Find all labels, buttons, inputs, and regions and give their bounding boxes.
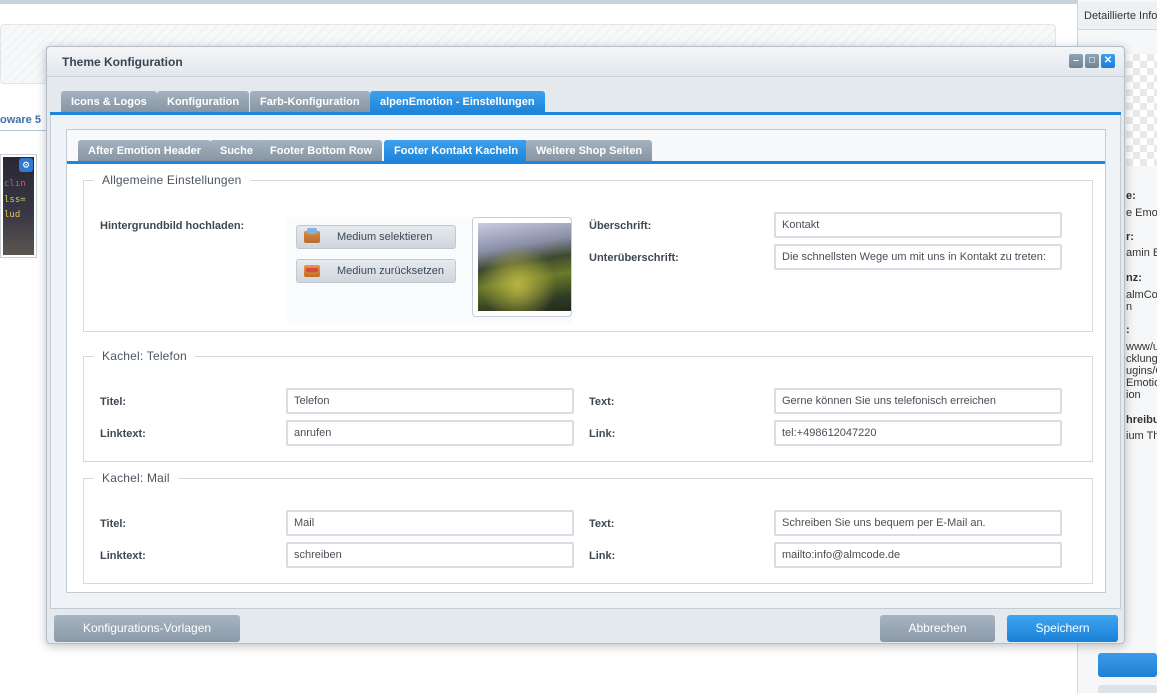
cancel-button[interactable]: Abbrechen	[880, 615, 995, 642]
detail-fragment: e Emoti	[1126, 207, 1157, 219]
form-content: Allgemeine Einstellungen Hintergrundbild…	[67, 164, 1105, 592]
save-button[interactable]: Speichern	[1007, 615, 1118, 642]
phone-link-input[interactable]: tel:+498612047220	[774, 420, 1062, 446]
phone-title-input[interactable]: Telefon	[286, 388, 574, 414]
mail-linktext-input[interactable]: schreiben	[286, 542, 574, 568]
window-header[interactable]: Theme Konfiguration – □ ✕	[47, 47, 1124, 77]
mail-text-label: Text:	[589, 518, 615, 530]
phone-title-label: Titel:	[100, 396, 127, 408]
detail-fragment: r:	[1126, 231, 1134, 243]
background-divider	[0, 130, 46, 131]
detail-fragment: Emotio	[1126, 377, 1157, 389]
subheading-label: Unterüberschrift:	[589, 252, 679, 264]
window-controls: – □ ✕	[1069, 54, 1115, 68]
phone-text-label: Text:	[589, 396, 615, 408]
select-media-button[interactable]: Medium selektieren	[296, 225, 456, 249]
app-top-bar	[0, 0, 1077, 4]
phone-linktext-input[interactable]: anrufen	[286, 420, 574, 446]
detail-info-title: Detaillierte Info	[1078, 2, 1157, 30]
media-selector: Medium selektieren Medium zurücksetzen	[287, 217, 572, 325]
close-icon[interactable]: ✕	[1101, 54, 1115, 68]
select-media-label: Medium selektieren	[337, 231, 433, 243]
window-title: Theme Konfiguration	[62, 55, 183, 69]
reset-media-button[interactable]: Medium zurücksetzen	[296, 259, 456, 283]
preview-placeholder	[1126, 54, 1157, 166]
mail-title-label: Titel:	[100, 518, 127, 530]
inner-tab-panel: After Emotion Header Suche Footer Bottom…	[66, 129, 1106, 593]
tab-footer-bottom-row[interactable]: Footer Bottom Row	[260, 140, 383, 162]
phone-linktext-label: Linktext:	[100, 428, 146, 440]
media-preview[interactable]	[472, 217, 572, 317]
detail-fragment: nz:	[1126, 272, 1142, 284]
subheading-input[interactable]: Die schnellsten Wege um mit uns in Konta…	[774, 244, 1062, 270]
code-line: clın	[4, 179, 26, 189]
tab-suche[interactable]: Suche	[210, 140, 264, 162]
mail-title-input[interactable]: Mail	[286, 510, 574, 536]
mail-linktext-label: Linktext:	[100, 550, 146, 562]
detail-fragment: ium Th	[1126, 430, 1157, 442]
mail-link-input[interactable]: mailto:info@almcode.de	[774, 542, 1062, 568]
phone-tile-fieldset: Kachel: Telefon Titel: Telefon Linktext:…	[83, 349, 1093, 462]
tab-alpenemotion-einstellungen[interactable]: alpenEmotion - Einstellungen	[370, 91, 545, 113]
tab-weitere-shop-seiten[interactable]: Weitere Shop Seiten	[526, 140, 653, 162]
detail-fragment: almCo	[1126, 289, 1157, 301]
plugin-thumbnail-image: ⚙ clın lss= lud	[3, 157, 34, 255]
right-panel-button[interactable]	[1098, 653, 1157, 677]
outer-tab-content: After Emotion Header Suche Footer Bottom…	[50, 115, 1121, 609]
phone-tile-legend: Kachel: Telefon	[102, 349, 187, 363]
detail-fragment: :	[1126, 324, 1130, 336]
config-templates-button[interactable]: Konfigurations-Vorlagen	[54, 615, 240, 642]
mail-tile-fieldset: Kachel: Mail Titel: Mail Linktext: schre…	[83, 471, 1093, 584]
tab-footer-kontakt-kacheln[interactable]: Footer Kontakt Kacheln	[384, 140, 529, 162]
window-footer: Konfigurations-Vorlagen Abbrechen Speich…	[47, 611, 1124, 645]
gear-icon[interactable]: ⚙	[19, 158, 33, 172]
detail-fragment: e:	[1126, 190, 1136, 202]
phone-link-label: Link:	[589, 428, 616, 440]
code-line: lss=	[4, 195, 26, 205]
tab-farb-konfiguration[interactable]: Farb-Konfiguration	[250, 91, 370, 113]
mail-tile-legend: Kachel: Mail	[102, 471, 170, 485]
bg-image-label: Hintergrundbild hochladen:	[100, 220, 245, 232]
tab-icons-logos[interactable]: Icons & Logos	[61, 91, 157, 113]
detail-fragment: cklung	[1126, 353, 1157, 365]
detail-fragment: hreibu	[1126, 414, 1157, 426]
maximize-icon[interactable]: □	[1085, 54, 1099, 68]
theme-config-window: Theme Konfiguration – □ ✕ Icons & Logos …	[46, 46, 1125, 644]
mail-link-label: Link:	[589, 550, 616, 562]
plugin-thumbnail[interactable]: ⚙ clın lss= lud	[0, 154, 37, 258]
minimize-icon[interactable]: –	[1069, 54, 1083, 68]
tab-konfiguration[interactable]: Konfiguration	[157, 91, 250, 113]
tab-after-emotion-header[interactable]: After Emotion Header	[78, 140, 212, 162]
background-tab-label[interactable]: oware 5	[0, 114, 41, 126]
upload-icon	[304, 228, 320, 243]
general-settings-fieldset: Allgemeine Einstellungen Hintergrundbild…	[83, 173, 1093, 332]
reset-icon	[304, 265, 320, 277]
code-line: lud	[4, 210, 21, 220]
detail-fragment: ugins/C	[1126, 365, 1157, 377]
mountain-landscape-image	[478, 223, 571, 311]
mail-text-input[interactable]: Schreiben Sie uns bequem per E-Mail an.	[774, 510, 1062, 536]
detail-fragment: n	[1126, 301, 1133, 313]
detail-fragment: amin Be	[1126, 247, 1157, 259]
heading-input[interactable]: Kontakt	[774, 212, 1062, 238]
detail-fragment: ion	[1126, 389, 1141, 401]
reset-media-label: Medium zurücksetzen	[337, 265, 444, 277]
heading-label: Überschrift:	[589, 220, 652, 232]
phone-text-input[interactable]: Gerne können Sie uns telefonisch erreich…	[774, 388, 1062, 414]
detail-fragment: www/us	[1126, 341, 1157, 353]
right-panel-button-secondary[interactable]	[1098, 685, 1157, 693]
general-settings-legend: Allgemeine Einstellungen	[102, 173, 242, 187]
